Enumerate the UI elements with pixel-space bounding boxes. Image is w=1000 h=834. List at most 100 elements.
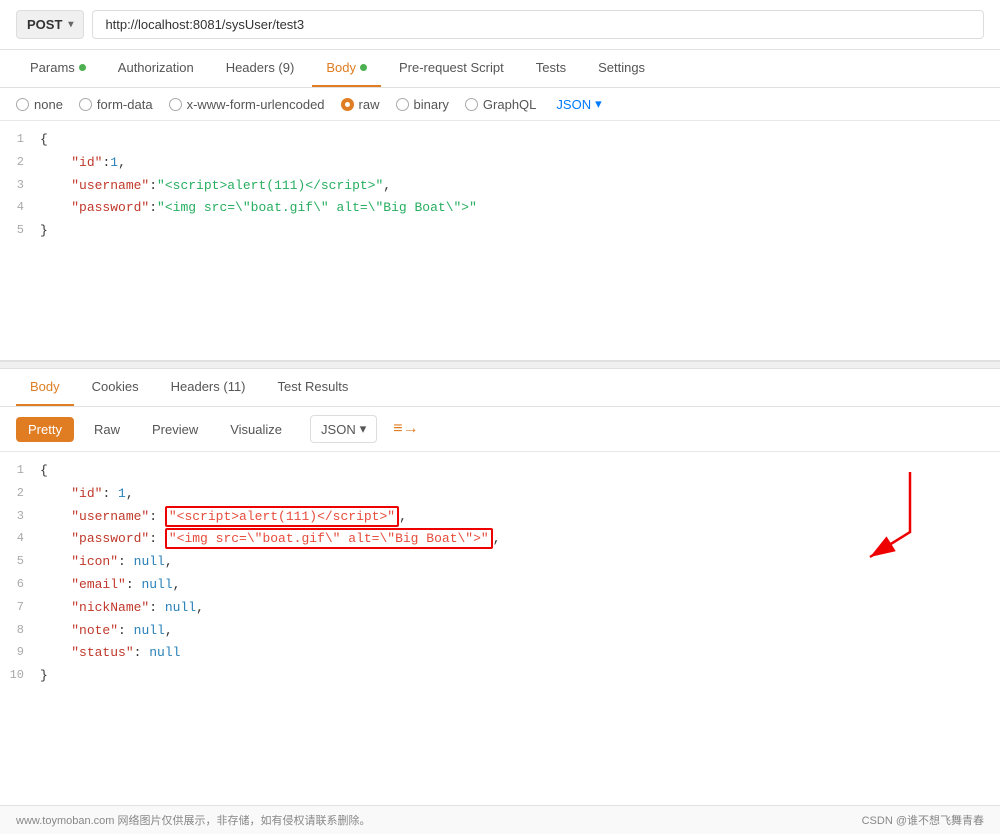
option-urlencoded[interactable]: x-www-form-urlencoded (169, 97, 325, 112)
app-container: POST ▾ Params Authorization Headers (9) … (0, 0, 1000, 834)
section-divider (0, 361, 1000, 369)
option-raw[interactable]: raw (341, 97, 380, 112)
res-linenum-6: 6 (0, 575, 40, 594)
res-content-7: "nickName": null, (40, 598, 204, 619)
response-code-editor: 1 { 2 "id": 1, 3 "username": "<script>al… (0, 452, 1000, 696)
res-content-8: "note": null, (40, 621, 173, 642)
wrap-icon[interactable]: ≡→ (393, 420, 418, 438)
option-binary[interactable]: binary (396, 97, 449, 112)
response-tab-testresults-label: Test Results (278, 379, 349, 394)
option-graphql[interactable]: GraphQL (465, 97, 536, 112)
option-none[interactable]: none (16, 97, 63, 112)
res-linenum-4: 4 (0, 529, 40, 548)
res-line-5: 5 "icon": null, (0, 551, 1000, 574)
method-select[interactable]: POST ▾ (16, 10, 84, 39)
res-line-1: 1 { (0, 460, 1000, 483)
response-section: Body Cookies Headers (11) Test Results P… (0, 369, 1000, 805)
tab-tests-label: Tests (536, 60, 566, 75)
none-label: none (34, 97, 63, 112)
tab-params[interactable]: Params (16, 50, 100, 87)
form-data-radio[interactable] (79, 98, 92, 111)
res-content-10: } (40, 666, 48, 687)
footer: www.toymoban.com 网络图片仅供展示，非存储，如有侵权请联系删除。… (0, 805, 1000, 834)
res-content-1: { (40, 461, 48, 482)
req-content-4: "password":"<img src=\"boat.gif\" alt=\"… (40, 198, 477, 219)
response-tab-headers[interactable]: Headers (11) (157, 369, 260, 406)
format-preview-btn[interactable]: Preview (140, 417, 210, 442)
tab-tests[interactable]: Tests (522, 50, 580, 87)
url-input[interactable] (92, 10, 984, 39)
tab-headers-label: Headers (9) (226, 60, 295, 75)
graphql-label: GraphQL (483, 97, 536, 112)
none-radio[interactable] (16, 98, 29, 111)
form-data-label: form-data (97, 97, 153, 112)
req-content-3: "username":"<script>alert(111)</script>"… (40, 176, 391, 197)
raw-radio[interactable] (341, 98, 354, 111)
tab-body[interactable]: Body (312, 50, 381, 87)
tab-settings[interactable]: Settings (584, 50, 659, 87)
req-content-5: } (40, 221, 48, 242)
req-linenum-2: 2 (0, 153, 40, 172)
option-form-data[interactable]: form-data (79, 97, 153, 112)
response-tab-body[interactable]: Body (16, 369, 74, 406)
tab-body-label: Body (326, 60, 356, 75)
tab-params-label: Params (30, 60, 75, 75)
res-line-3: 3 "username": "<script>alert(111)</scrip… (0, 506, 1000, 529)
res-line-8: 8 "note": null, (0, 620, 1000, 643)
binary-label: binary (414, 97, 449, 112)
res-linenum-9: 9 (0, 643, 40, 662)
res-content-4: "password": "<img src=\"boat.gif\" alt=\… (40, 529, 501, 550)
res-content-2: "id": 1, (40, 484, 134, 505)
res-linenum-10: 10 (0, 666, 40, 685)
response-toolbar: Pretty Raw Preview Visualize JSON ▾ ≡→ (0, 407, 1000, 452)
tab-headers[interactable]: Headers (9) (212, 50, 309, 87)
response-tab-headers-label: Headers (11) (171, 379, 246, 394)
res-line-2: 2 "id": 1, (0, 483, 1000, 506)
body-options-row: none form-data x-www-form-urlencoded raw… (0, 88, 1000, 121)
format-visualize-btn[interactable]: Visualize (218, 417, 294, 442)
footer-right: CSDN @谁不想飞舞青春 (862, 812, 984, 828)
urlencoded-radio[interactable] (169, 98, 182, 111)
tab-prerequest-label: Pre-request Script (399, 60, 504, 75)
format-raw-btn[interactable]: Raw (82, 417, 132, 442)
json-type-label: JSON (556, 97, 591, 112)
tab-prerequest[interactable]: Pre-request Script (385, 50, 518, 87)
graphql-radio[interactable] (465, 98, 478, 111)
res-content-6: "email": null, (40, 575, 180, 596)
req-linenum-3: 3 (0, 176, 40, 195)
request-tabs-row: Params Authorization Headers (9) Body Pr… (0, 50, 1000, 88)
req-linenum-5: 5 (0, 221, 40, 240)
response-code-wrapper: 1 { 2 "id": 1, 3 "username": "<script>al… (0, 452, 1000, 696)
res-linenum-1: 1 (0, 461, 40, 480)
response-json-chevron: ▾ (360, 421, 367, 437)
res-line-7: 7 "nickName": null, (0, 597, 1000, 620)
raw-label: raw (359, 97, 380, 112)
response-tab-body-label: Body (30, 379, 60, 394)
req-content-1: { (40, 130, 48, 151)
res-linenum-7: 7 (0, 598, 40, 617)
response-json-dropdown[interactable]: JSON ▾ (310, 415, 377, 443)
response-tab-testresults[interactable]: Test Results (264, 369, 363, 406)
json-type-selector[interactable]: JSON ▾ (556, 96, 601, 112)
url-bar: POST ▾ (0, 0, 1000, 50)
res-line-4: 4 "password": "<img src=\"boat.gif\" alt… (0, 528, 1000, 551)
urlencoded-label: x-www-form-urlencoded (187, 97, 325, 112)
format-pretty-btn[interactable]: Pretty (16, 417, 74, 442)
res-linenum-2: 2 (0, 484, 40, 503)
req-line-3: 3 "username":"<script>alert(111)</script… (0, 175, 1000, 198)
response-tab-cookies[interactable]: Cookies (78, 369, 153, 406)
req-linenum-4: 4 (0, 198, 40, 217)
res-content-9: "status": null (40, 643, 180, 664)
body-dot (360, 64, 367, 71)
tab-authorization[interactable]: Authorization (104, 50, 208, 87)
req-line-5: 5 } (0, 220, 1000, 243)
res-content-5: "icon": null, (40, 552, 173, 573)
res-linenum-3: 3 (0, 507, 40, 526)
binary-radio[interactable] (396, 98, 409, 111)
res-content-3: "username": "<script>alert(111)</script>… (40, 507, 407, 528)
request-code-editor[interactable]: 1 { 2 "id":1, 3 "username":"<script>aler… (0, 121, 1000, 361)
json-type-chevron: ▾ (595, 96, 602, 112)
req-line-4: 4 "password":"<img src=\"boat.gif\" alt=… (0, 197, 1000, 220)
req-content-2: "id":1, (40, 153, 126, 174)
method-label: POST (27, 17, 62, 32)
